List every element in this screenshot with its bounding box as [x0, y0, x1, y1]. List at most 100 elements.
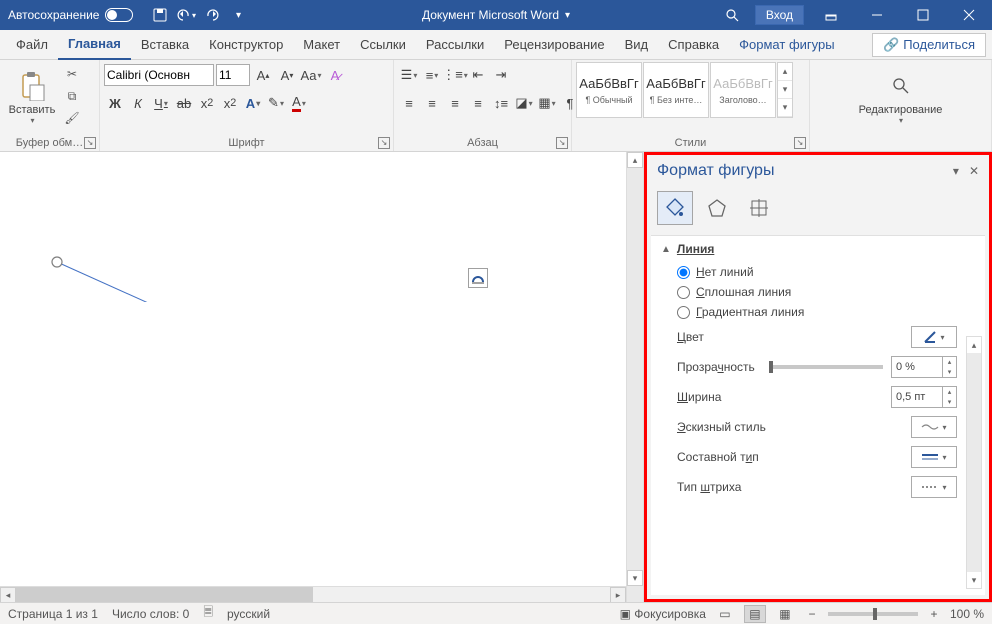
qat-customize-icon[interactable]: ▾ — [227, 4, 249, 26]
clipboard-launcher-icon[interactable]: ↘ — [84, 137, 96, 149]
style-nospacing[interactable]: АаБбВвГг¶ Без инте… — [643, 62, 709, 118]
transparency-value[interactable]: 0 % — [891, 356, 943, 378]
save-icon[interactable] — [149, 4, 171, 26]
tab-design[interactable]: Конструктор — [199, 30, 293, 60]
pane-options-icon[interactable]: ▾ — [953, 164, 959, 178]
clear-format-icon[interactable]: A̷ — [324, 64, 346, 86]
grow-font-icon[interactable]: A▴ — [252, 64, 274, 86]
autosave-toggle[interactable]: Автосохранение — [0, 8, 141, 22]
multilevel-icon[interactable]: ⋮≡▾ — [444, 64, 466, 86]
shading-icon[interactable]: ◪▾ — [513, 92, 535, 114]
styles-gallery-scroll[interactable]: ▴▾▾ — [777, 62, 793, 118]
width-value[interactable]: 0,5 пт — [891, 386, 943, 408]
fill-line-tab-icon[interactable] — [657, 191, 693, 225]
undo-icon[interactable]: ▾ — [175, 4, 197, 26]
pane-vscroll[interactable]: ▴ ▾ — [966, 336, 982, 589]
scroll-down-icon[interactable]: ▾ — [627, 570, 643, 586]
align-center-icon[interactable]: ≡ — [421, 92, 443, 114]
horizontal-scrollbar[interactable]: ◂ ▸ — [0, 586, 626, 602]
tab-references[interactable]: Ссылки — [350, 30, 416, 60]
shrink-font-icon[interactable]: A▾ — [276, 64, 298, 86]
line-shape[interactable] — [0, 152, 300, 302]
radio-no-line[interactable]: Нет линий — [659, 262, 957, 282]
scroll-up-icon[interactable]: ▴ — [627, 152, 643, 168]
effects-tab-icon[interactable] — [699, 191, 735, 225]
radio-solid-line[interactable]: Сплошная линия — [659, 282, 957, 302]
tab-mailings[interactable]: Рассылки — [416, 30, 494, 60]
tab-help[interactable]: Справка — [658, 30, 729, 60]
cut-icon[interactable]: ✂ — [62, 64, 82, 84]
dash-picker-button[interactable]: ▾ — [911, 476, 957, 498]
section-line-header[interactable]: ▲Линия — [659, 236, 957, 262]
format-painter-icon[interactable]: 🖌 — [62, 108, 82, 128]
bold-button[interactable]: Ж — [104, 92, 126, 114]
minimize-icon[interactable] — [854, 0, 900, 30]
zoom-in-button[interactable]: + — [926, 607, 942, 621]
numbering-icon[interactable]: ≡▾ — [421, 64, 443, 86]
subscript-button[interactable]: x2 — [196, 92, 218, 114]
transparency-spinner[interactable]: ▴▾ — [943, 356, 957, 378]
size-tab-icon[interactable] — [741, 191, 777, 225]
text-effects-icon[interactable]: A▾ — [242, 92, 264, 114]
font-color-icon[interactable]: A▾ — [288, 92, 310, 114]
zoom-out-button[interactable]: − — [804, 607, 820, 621]
line-spacing-icon[interactable]: ↕≡ — [490, 92, 512, 114]
style-heading1[interactable]: АаБбВвГгЗаголово… — [710, 62, 776, 118]
align-right-icon[interactable]: ≡ — [444, 92, 466, 114]
align-left-icon[interactable]: ≡ — [398, 92, 420, 114]
transparency-slider[interactable] — [769, 365, 883, 369]
status-proofing-icon[interactable]: 🗏 — [203, 603, 213, 624]
bullets-icon[interactable]: ☰▾ — [398, 64, 420, 86]
print-layout-icon[interactable]: ▤ — [744, 605, 766, 623]
paragraph-launcher-icon[interactable]: ↘ — [556, 137, 568, 149]
italic-button[interactable]: К — [127, 92, 149, 114]
color-picker-button[interactable]: ▾ — [911, 326, 957, 348]
align-justify-icon[interactable]: ≡ — [467, 92, 489, 114]
redo-icon[interactable] — [201, 4, 223, 26]
tab-file[interactable]: Файл — [6, 30, 58, 60]
focus-mode-button[interactable]: ▣ Фокусировка — [620, 607, 706, 621]
width-spinner[interactable]: ▴▾ — [943, 386, 957, 408]
indent-right-icon[interactable]: ⇥ — [490, 64, 512, 86]
layout-options-icon[interactable] — [468, 268, 488, 288]
sketch-picker-button[interactable]: ▾ — [911, 416, 957, 438]
document-canvas[interactable]: ◂ ▸ — [0, 152, 626, 602]
close-icon[interactable] — [946, 0, 992, 30]
status-words[interactable]: Число слов: 0 — [112, 607, 189, 621]
paste-button[interactable]: Вставить▾ — [4, 62, 60, 132]
vertical-scrollbar[interactable]: ▴ ▾ — [626, 152, 644, 602]
hscroll-thumb[interactable] — [16, 587, 313, 602]
status-language[interactable]: русский — [227, 607, 270, 621]
superscript-button[interactable]: x2 — [219, 92, 241, 114]
read-mode-icon[interactable]: ▭ — [714, 605, 736, 623]
change-case-icon[interactable]: Aa▾ — [300, 64, 322, 86]
highlight-icon[interactable]: ✎▾ — [265, 92, 287, 114]
scroll-left-icon[interactable]: ◂ — [0, 587, 16, 602]
underline-button[interactable]: Ч▾ — [150, 92, 172, 114]
editing-button[interactable]: Редактирование▾ — [846, 62, 956, 132]
signin-button[interactable]: Вход — [755, 5, 804, 25]
tab-view[interactable]: Вид — [615, 30, 659, 60]
zoom-level[interactable]: 100 % — [950, 607, 984, 621]
font-launcher-icon[interactable]: ↘ — [378, 137, 390, 149]
strike-button[interactable]: ab — [173, 92, 195, 114]
ribbon-display-icon[interactable] — [808, 0, 854, 30]
search-icon[interactable] — [709, 0, 755, 30]
scroll-right-icon[interactable]: ▸ — [610, 587, 626, 602]
pane-close-icon[interactable]: ✕ — [969, 164, 979, 178]
style-normal[interactable]: АаБбВвГг¶ Обычный — [576, 62, 642, 118]
compound-picker-button[interactable]: ▾ — [911, 446, 957, 468]
font-name-input[interactable] — [104, 64, 214, 86]
tab-insert[interactable]: Вставка — [131, 30, 199, 60]
tab-home[interactable]: Главная — [58, 30, 131, 60]
copy-icon[interactable]: ⧉ — [62, 86, 82, 106]
tab-shape-format[interactable]: Формат фигуры — [729, 30, 844, 60]
zoom-slider[interactable] — [828, 612, 918, 616]
borders-icon[interactable]: ▦▾ — [536, 92, 558, 114]
radio-gradient-line[interactable]: Градиентная линия — [659, 302, 957, 322]
share-button[interactable]: 🔗Поделиться — [872, 33, 986, 57]
font-size-input[interactable] — [216, 64, 250, 86]
status-page[interactable]: Страница 1 из 1 — [8, 607, 98, 621]
tab-layout[interactable]: Макет — [293, 30, 350, 60]
tab-review[interactable]: Рецензирование — [494, 30, 614, 60]
